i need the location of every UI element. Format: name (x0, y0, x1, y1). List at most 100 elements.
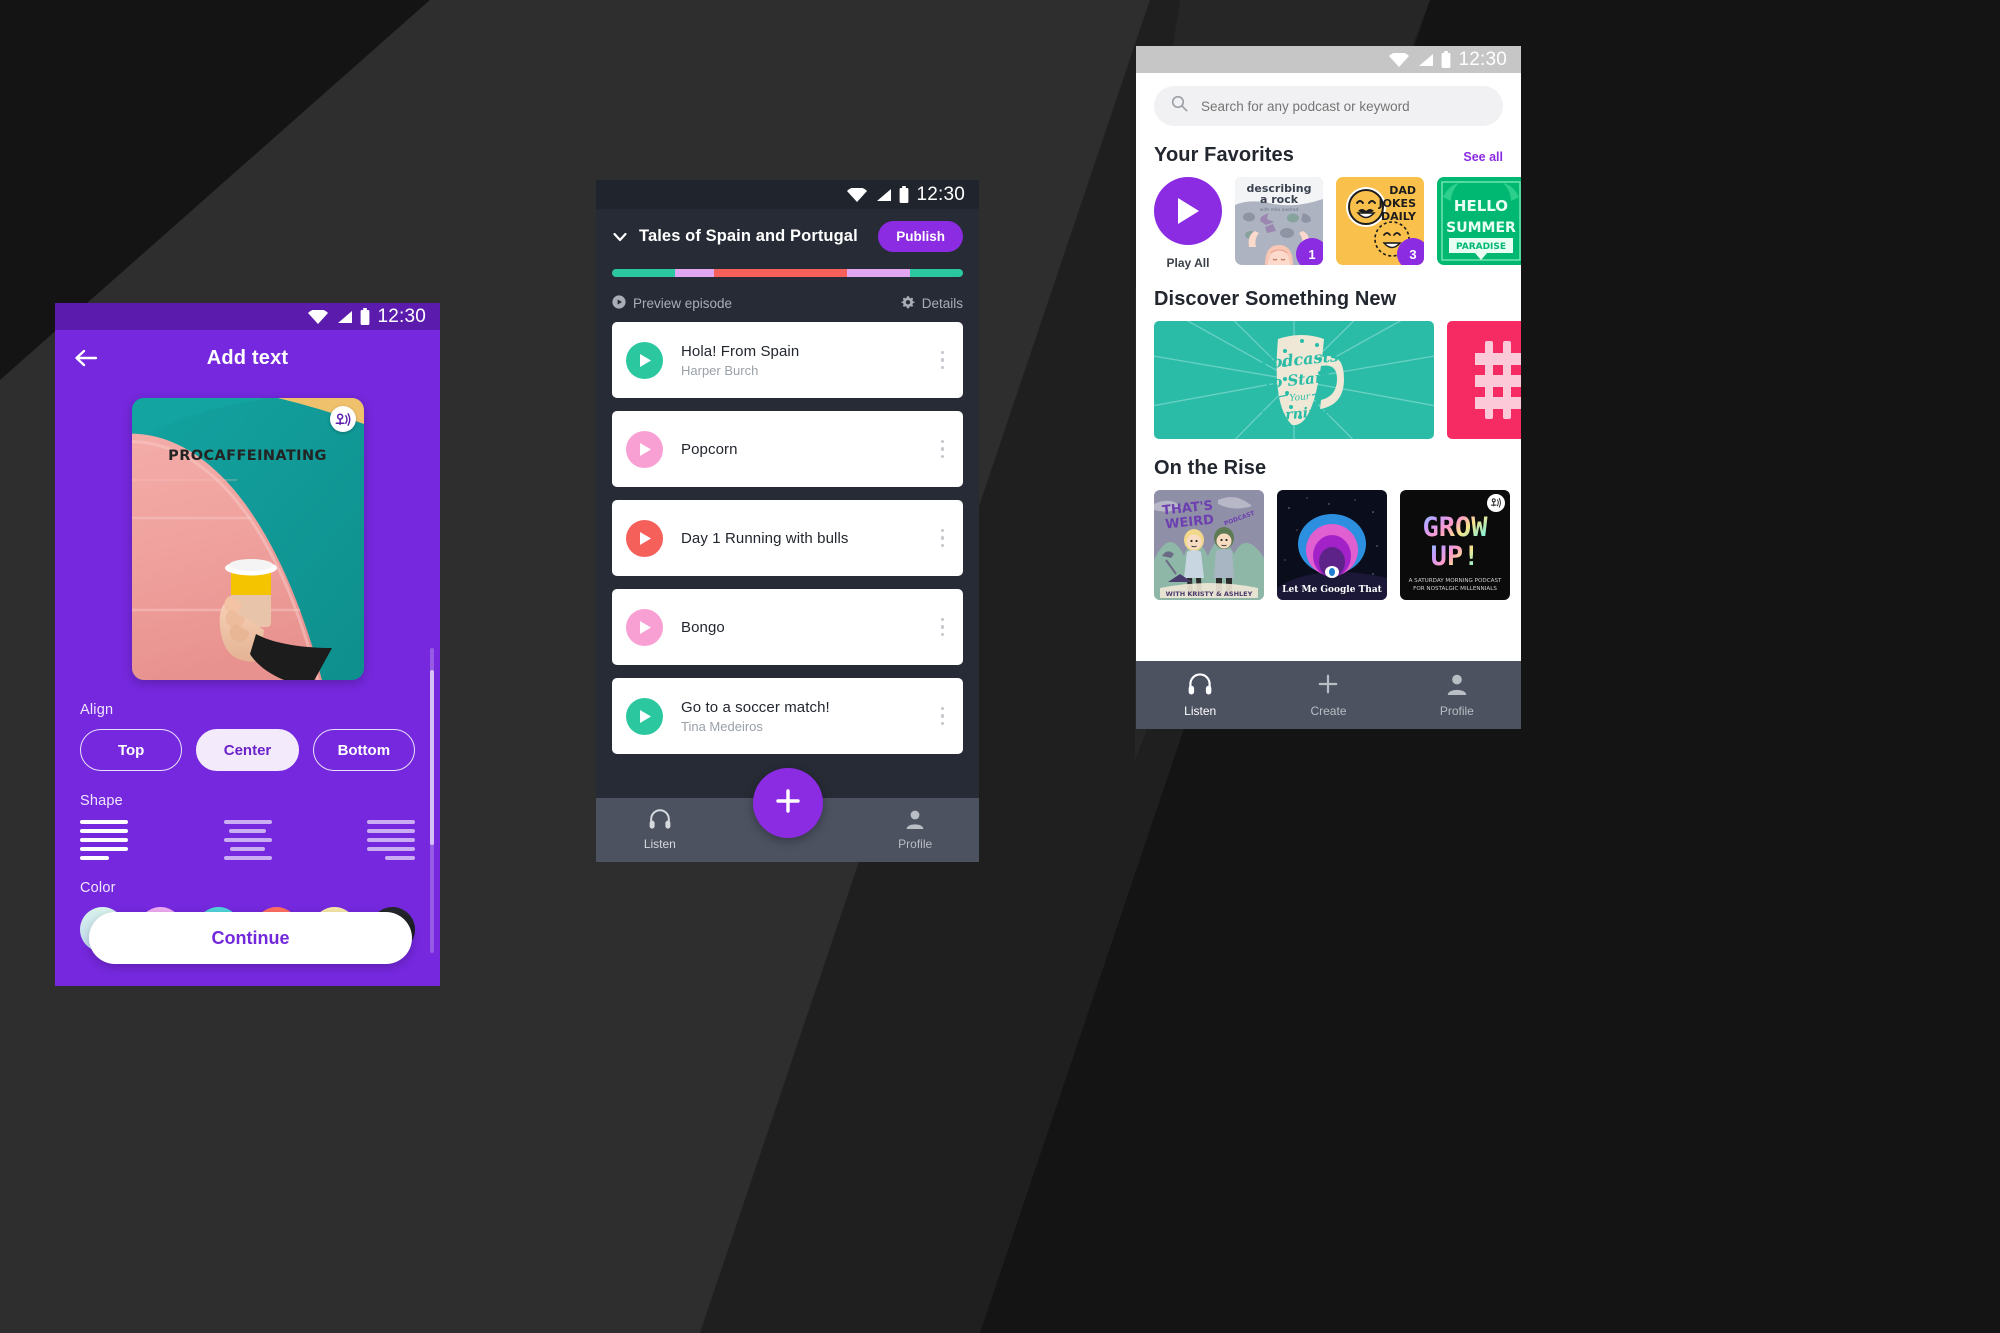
play-button[interactable] (626, 608, 663, 646)
status-icons (308, 308, 370, 325)
episode-title: Go to a soccer match! (681, 698, 830, 716)
wifi-icon (1389, 52, 1410, 67)
align-option-top[interactable]: Top (80, 729, 183, 771)
more-options-icon[interactable] (936, 702, 950, 731)
favorite-card-dad-jokes-daily[interactable]: DAD JOKES DAILY 3 (1336, 177, 1424, 265)
progress-segment (675, 269, 714, 277)
signal-icon (338, 310, 353, 323)
discover-card-bitcoin[interactable] (1447, 321, 1521, 439)
shape-left-align-icon[interactable] (80, 820, 128, 860)
align-option-bottom[interactable]: Bottom (312, 729, 415, 771)
align-options: Top Center Bottom (80, 729, 415, 771)
svg-text:DAILY: DAILY (1381, 210, 1417, 223)
play-all-label: Play All (1166, 256, 1210, 270)
play-button[interactable] (626, 430, 663, 468)
episode-title: Hola! From Spain (681, 342, 800, 360)
more-options-icon[interactable] (936, 346, 950, 375)
svg-text:a rock: a rock (1260, 193, 1299, 206)
favorites-section-header: Your Favorites See all (1136, 144, 1521, 167)
discover-section-header: Discover Something New (1136, 288, 1521, 311)
episode-text: Bongo (681, 619, 936, 636)
favorite-badge-count: 3 (1397, 238, 1424, 265)
discover-row: Podcasts to Start Your Mornings. (1136, 311, 1521, 439)
artwork-preview[interactable]: PROCAFFEINATING (131, 398, 364, 680)
search-input[interactable] (1201, 98, 1486, 114)
plus-icon (1316, 673, 1340, 698)
nav-item-listen[interactable]: Listen (1136, 672, 1264, 718)
shape-right-align-icon[interactable] (367, 820, 415, 860)
svg-text:SUMMER: SUMMER (1446, 220, 1516, 236)
more-options-icon[interactable] (936, 524, 950, 553)
shape-center-align-icon[interactable] (223, 820, 272, 860)
play-button[interactable] (626, 341, 663, 379)
chevron-down-icon[interactable] (612, 229, 628, 245)
favorite-card-describing-a-rock[interactable]: describing a rock with milo axelrod 1 (1235, 177, 1323, 265)
see-all-link[interactable]: See all (1463, 150, 1503, 164)
rise-card-thats-weird[interactable]: THAT'S WEIRD PODCAST WITH KRISTY & ASHLE… (1154, 490, 1264, 600)
phone-discover-screen: 12:30 Your Favorites See all Play All de… (1136, 46, 1521, 729)
nav-item-profile[interactable]: Profile (1393, 673, 1521, 718)
play-button[interactable] (626, 519, 663, 557)
favorites-title: Your Favorites (1154, 144, 1294, 166)
svg-text:JOKES: JOKES (1378, 197, 1416, 210)
episode-row[interactable]: Go to a soccer match! Tina Medeiros (612, 678, 963, 754)
rise-row: THAT'S WEIRD PODCAST WITH KRISTY & ASHLE… (1136, 480, 1521, 600)
back-arrow-icon[interactable] (73, 345, 99, 371)
episode-text: Popcorn (681, 441, 936, 458)
progress-segment (847, 269, 911, 277)
episode-text: Go to a soccer match! Tina Medeiros (681, 699, 936, 734)
episode-author: Tina Medeiros (681, 718, 763, 734)
plus-icon (773, 786, 803, 821)
status-icons (1389, 51, 1451, 68)
svg-text:HELLO: HELLO (1454, 197, 1508, 215)
more-options-icon[interactable] (936, 613, 950, 642)
play-all-button[interactable]: Play All (1154, 177, 1222, 270)
status-bar: 12:30 (1136, 46, 1521, 73)
align-label: Align (80, 702, 114, 718)
episode-progress-bar[interactable] (612, 269, 963, 277)
create-fab-button[interactable] (752, 768, 823, 838)
svg-text:Let Me Google That: Let Me Google That (1282, 585, 1383, 595)
svg-text:WITH KRISTY & ASHLEY: WITH KRISTY & ASHLEY (1166, 590, 1253, 598)
favorite-card-hello-summer-paradise[interactable]: HELLO SUMMER PARADISE (1437, 177, 1521, 265)
more-options-icon[interactable] (936, 435, 950, 464)
nav-item-create[interactable]: Create (1264, 673, 1392, 718)
continue-button[interactable]: Continue (89, 912, 412, 964)
align-option-center[interactable]: Center (196, 729, 299, 771)
bottom-navigation: Listen Create Profile (1136, 661, 1521, 729)
rise-card-grow-up[interactable]: GROW UP! A SATURDAY MORNING PODCAST FOR … (1400, 490, 1510, 600)
search-bar[interactable] (1154, 86, 1503, 126)
progress-segment (612, 269, 676, 277)
phone-add-text-screen: 12:30 Add text PROCAFFEINATING Align Top… (55, 303, 440, 986)
wifi-icon (308, 309, 329, 324)
episode-row[interactable]: Day 1 Running with bulls (612, 500, 963, 576)
scrollbar[interactable] (430, 648, 434, 953)
phone-episode-list-screen: 12:30 Tales of Spain and Portugal Publis… (596, 180, 979, 862)
play-circle-icon (612, 295, 626, 312)
preview-episode-button[interactable]: Preview episode (612, 295, 732, 312)
preview-episode-label: Preview episode (633, 296, 733, 311)
rise-title: On the Rise (1154, 457, 1267, 479)
episode-title: Day 1 Running with bulls (681, 529, 849, 547)
play-button[interactable] (626, 697, 663, 735)
discover-card-podcasts-to-start-your-mornings[interactable]: Podcasts to Start Your Mornings. (1154, 321, 1434, 439)
rise-card-let-me-google-that[interactable]: Let Me Google That (1277, 490, 1387, 600)
episode-row[interactable]: Popcorn (612, 411, 963, 487)
nav-item-listen[interactable]: Listen (596, 809, 724, 851)
nav-item-profile-label: Profile (898, 837, 933, 851)
status-time: 12:30 (916, 183, 965, 205)
details-button[interactable]: Details (901, 295, 963, 312)
episode-title-group: Tales of Spain and Portugal (612, 227, 858, 246)
episode-row[interactable]: Bongo (612, 589, 963, 665)
episode-row[interactable]: Hola! From Spain Harper Burch (612, 322, 963, 398)
nav-item-profile[interactable]: Profile (851, 809, 979, 851)
episode-title: Bongo (681, 618, 725, 636)
episode-actions: Preview episode Details (612, 295, 963, 312)
color-label: Color (80, 880, 116, 896)
publish-button[interactable]: Publish (878, 221, 963, 252)
battery-icon (361, 308, 370, 325)
scrollbar-thumb[interactable] (430, 670, 434, 845)
episode-title-row: Tales of Spain and Portugal Publish (612, 221, 963, 252)
mural-photo (131, 398, 364, 680)
episode-list: Hola! From Spain Harper Burch Popcorn Da… (596, 312, 979, 754)
